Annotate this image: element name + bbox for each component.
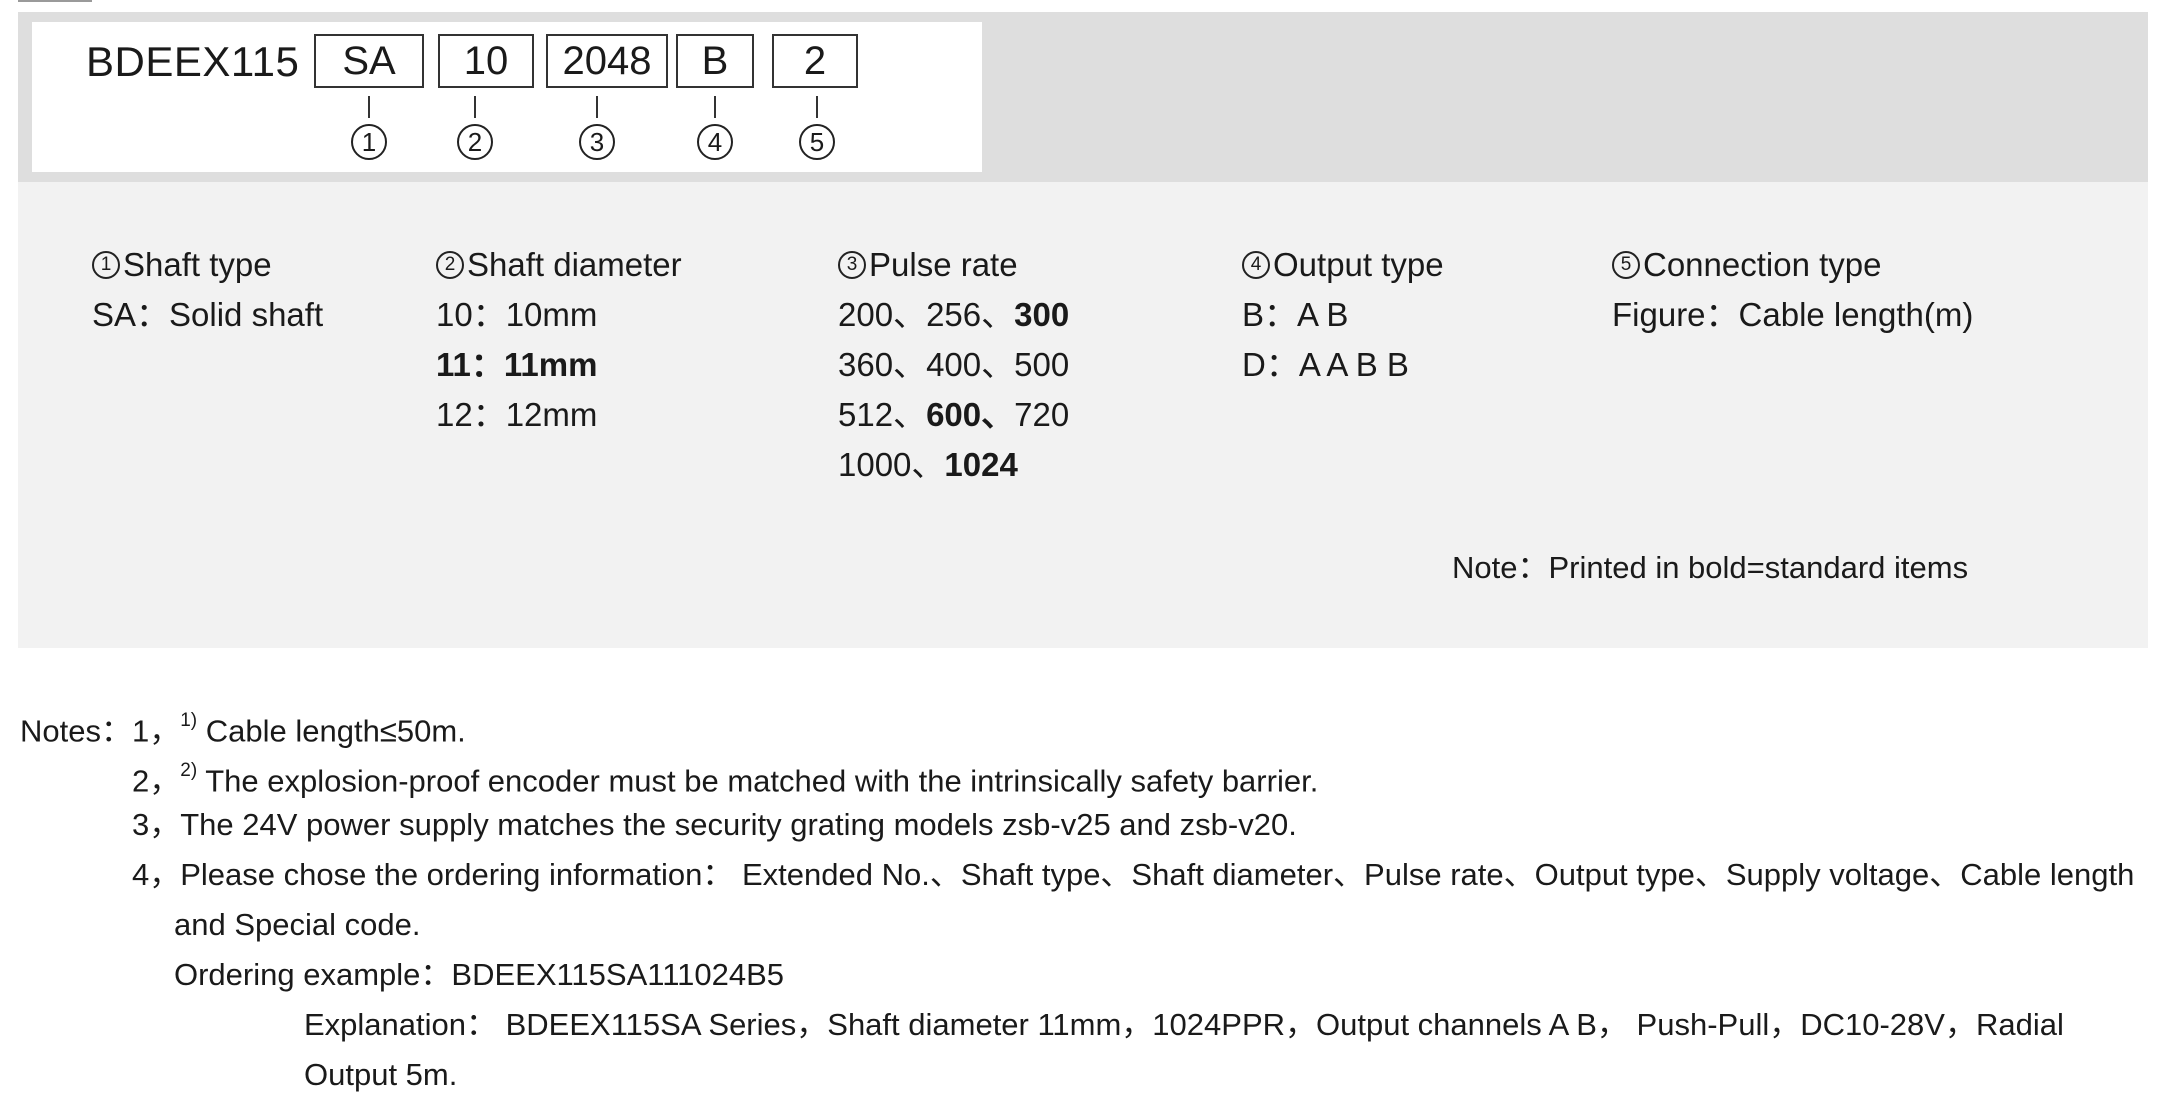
code-segment-shaft-diameter: 10 [438, 34, 534, 88]
circled-marker-2: 2 [436, 251, 464, 279]
pulse-value-standard: 1024 [944, 446, 1018, 483]
option-line: 12：12mm [436, 396, 598, 433]
circled-marker-3: 3 [838, 251, 866, 279]
code-segment-shaft-type: SA [314, 34, 424, 88]
pulse-value: 500 [1014, 346, 1070, 383]
note-item-2: 2，2) The explosion-proof encoder must be… [132, 750, 1318, 806]
column-pulse-rate: 3 Pulse rate 200、256、300 360、400、500 512、… [838, 240, 1069, 490]
column-title: Output type [1273, 246, 1444, 283]
option-line: Figure：Cable length(m) [1612, 296, 1974, 333]
column-shaft-type: 1 Shaft type SA：Solid shaft [92, 240, 323, 340]
code-segment-connection-type: 2 [772, 34, 858, 88]
column-connection-type: 5 Connection type Figure：Cable length(m) [1612, 240, 1973, 340]
pulse-value: 512、 [838, 396, 927, 433]
explanation-continued: Output 5m. [304, 1057, 458, 1092]
column-title: Shaft type [123, 246, 272, 283]
option-line: 360、400、500 [838, 340, 1069, 390]
notes-label: Notes： [20, 713, 132, 749]
footnote-marker: 1) [180, 710, 198, 731]
option-line-standard: 11：11mm [436, 346, 598, 383]
pulse-value: 360、 [838, 346, 927, 383]
note-text: The explosion-proof encoder must be matc… [197, 763, 1319, 799]
option-line: B：A B [1242, 296, 1349, 333]
connector-line [714, 96, 716, 118]
circled-marker-2: 2 [457, 124, 493, 160]
pulse-value: 400、 [926, 346, 1015, 383]
note-item-1: Notes：1，1) Cable length≤50m. [20, 700, 466, 756]
circled-marker-5: 5 [1612, 251, 1640, 279]
connector-line [596, 96, 598, 118]
note-item-4-continued: and Special code. [174, 907, 421, 942]
connector-line [816, 96, 818, 118]
option-line: SA：Solid shaft [92, 296, 324, 333]
footnote-marker: 2) [180, 760, 198, 781]
column-title: Shaft diameter [467, 246, 682, 283]
note-item-4: 4，Please chose the ordering information：… [132, 857, 2135, 892]
column-title: Connection type [1643, 246, 1882, 283]
circled-marker-1: 1 [351, 124, 387, 160]
pulse-value: 720 [1014, 396, 1070, 433]
model-code: BDEEX115 [86, 38, 300, 85]
code-segment-pulse-rate: 2048 [546, 34, 668, 88]
option-line: 10：10mm [436, 296, 598, 333]
note-number: 2， [132, 763, 181, 799]
connector-line [474, 96, 476, 118]
connector-line [368, 96, 370, 118]
pulse-value-standard: 600、 [926, 396, 1015, 433]
option-line: 200、256、300 [838, 290, 1069, 340]
option-line: 1000、1024 [838, 440, 1069, 490]
code-segment-output-type: B [676, 34, 754, 88]
circled-marker-4: 4 [1242, 251, 1270, 279]
explanation: Explanation： BDEEX115SA Series，Shaft dia… [304, 1007, 2064, 1042]
pulse-value: 1000、 [838, 446, 945, 483]
ordering-example: Ordering example：BDEEX115SA111024B5 [174, 957, 785, 992]
option-line: D：A A B B [1242, 346, 1409, 383]
circled-marker-5: 5 [799, 124, 835, 160]
circled-marker-3: 3 [579, 124, 615, 160]
top-rule [18, 0, 92, 2]
note-number: 1， [131, 713, 181, 749]
column-output-type: 4 Output type B：A B D：A A B B [1242, 240, 1444, 390]
circled-marker-1: 1 [92, 251, 120, 279]
bold-note: Note：Printed in bold=standard items [1452, 550, 1969, 585]
note-text: Cable length≤50m. [197, 713, 466, 749]
pulse-value: 200、 [838, 296, 927, 333]
circled-marker-4: 4 [697, 124, 733, 160]
column-shaft-diameter: 2 Shaft diameter 10：10mm 11：11mm 12：12mm [436, 240, 682, 440]
option-line: 512、600、720 [838, 390, 1069, 440]
note-item-3: 3，The 24V power supply matches the secur… [132, 807, 1297, 842]
column-title: Pulse rate [869, 246, 1018, 283]
pulse-value-standard: 300 [1014, 296, 1070, 333]
pulse-value: 256、 [926, 296, 1015, 333]
